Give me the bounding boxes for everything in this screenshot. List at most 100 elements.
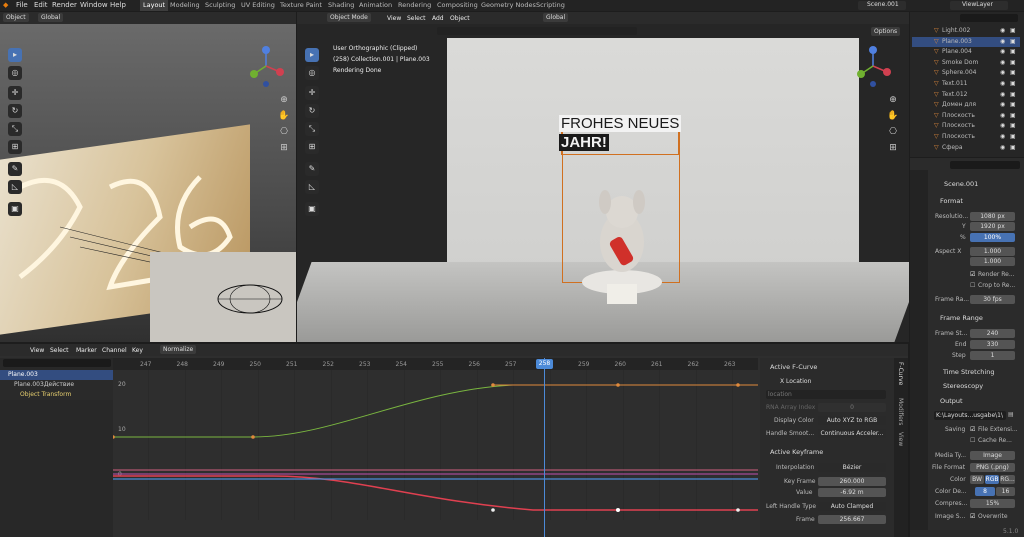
visibility-eye-icon[interactable]: ◉ xyxy=(1000,143,1005,153)
menu-window[interactable]: Window xyxy=(80,1,108,9)
res-percent-field[interactable]: 100% xyxy=(970,233,1015,242)
annotate-tool[interactable]: ✎ xyxy=(8,162,22,176)
camera-icon-main[interactable]: ⎔ xyxy=(887,126,899,138)
scale-tool[interactable]: ⤡ xyxy=(8,122,22,136)
workspace-tab-scripting[interactable]: Scripting xyxy=(536,0,565,11)
file-ext-checkbox[interactable]: ☑ xyxy=(970,426,975,433)
menu-select[interactable]: Select xyxy=(407,15,426,22)
visibility-eye-icon[interactable]: ◉ xyxy=(1000,58,1005,68)
res-y-field[interactable]: 1920 px xyxy=(970,222,1015,231)
outliner-row[interactable]: ▽ Сфера ◉ ▣ xyxy=(912,143,1020,153)
frame-start-field[interactable]: 240 xyxy=(970,329,1015,338)
render-region-checkbox[interactable]: ☑ xyxy=(970,271,975,278)
tab-view[interactable]: View xyxy=(897,432,904,446)
visibility-eye-icon[interactable]: ◉ xyxy=(1000,121,1005,131)
outliner-row[interactable]: ▽ Text.011 ◉ ▣ xyxy=(912,79,1020,89)
visibility-eye-icon[interactable]: ◉ xyxy=(1000,26,1005,36)
render-camera-icon[interactable]: ▣ xyxy=(1010,111,1016,121)
measure-tool-main[interactable]: ◺ xyxy=(305,180,319,194)
workspace-tab-geometry-nodes[interactable]: Geometry Nodes xyxy=(481,0,536,11)
channel-row[interactable]: Object Transform xyxy=(0,390,113,400)
color-bw-button[interactable]: BW xyxy=(970,475,984,484)
graph-menu-marker[interactable]: Marker xyxy=(76,347,97,354)
blender-logo-icon[interactable]: ◆ xyxy=(3,1,8,9)
render-camera-icon[interactable]: ▣ xyxy=(1010,47,1016,57)
render-camera-icon[interactable]: ▣ xyxy=(1010,26,1016,36)
add-cube-tool-main[interactable]: ▣ xyxy=(305,202,319,216)
keyframe-field[interactable]: 260.000 xyxy=(818,477,886,486)
menu-help[interactable]: Help xyxy=(110,1,126,9)
interpolation-dropdown[interactable]: Bézier xyxy=(818,463,886,472)
props-search[interactable] xyxy=(950,161,1020,169)
output-path-field[interactable]: K:\Layouts...usgabe\1\ xyxy=(934,411,1006,420)
section-frame-range[interactable]: Frame Range xyxy=(940,314,983,322)
perspective-grid-icon-main[interactable]: ⊞ xyxy=(887,142,899,154)
frame-step-field[interactable]: 1 xyxy=(970,351,1015,360)
render-camera-icon[interactable]: ▣ xyxy=(1010,121,1016,131)
visibility-eye-icon[interactable]: ◉ xyxy=(1000,79,1005,89)
outliner-row[interactable]: ▽ Smoke Dom ◉ ▣ xyxy=(912,58,1020,68)
channel-row[interactable]: Plane.003Действие xyxy=(0,380,113,390)
graph-menu-channel[interactable]: Channel xyxy=(102,347,127,354)
cursor-tool[interactable]: ◎ xyxy=(8,66,22,80)
render-camera-icon[interactable]: ▣ xyxy=(1010,132,1016,142)
visibility-eye-icon[interactable]: ◉ xyxy=(1000,132,1005,142)
rotate-tool[interactable]: ↻ xyxy=(8,104,22,118)
camera-icon[interactable]: ⎔ xyxy=(278,126,290,138)
channel-row[interactable]: Plane.003 xyxy=(0,370,113,380)
data-path-field[interactable]: location xyxy=(766,390,886,399)
visibility-eye-icon[interactable]: ◉ xyxy=(1000,111,1005,121)
overwrite-checkbox[interactable]: ☑ xyxy=(970,513,975,520)
menu-file[interactable]: File xyxy=(16,1,28,9)
folder-icon[interactable]: ▤ xyxy=(1008,411,1014,418)
rotate-tool-main[interactable]: ↻ xyxy=(305,104,319,118)
render-camera-icon[interactable]: ▣ xyxy=(1010,37,1016,47)
workspace-tab-rendering[interactable]: Rendering xyxy=(398,0,431,11)
viewlayer-selector[interactable]: ViewLayer xyxy=(950,1,1008,10)
workspace-tab-compositing[interactable]: Compositing xyxy=(437,0,478,11)
render-camera-icon[interactable]: ▣ xyxy=(1010,90,1016,100)
channel-search[interactable] xyxy=(3,359,111,367)
add-cube-tool[interactable]: ▣ xyxy=(8,202,22,216)
aspect-y-field[interactable]: 1.000 xyxy=(970,257,1015,266)
menu-add[interactable]: Add xyxy=(432,15,444,22)
crop-checkbox[interactable]: ☐ xyxy=(970,282,975,289)
handle-smoothing-dropdown[interactable]: Continuous Acceler... xyxy=(818,429,886,438)
navigation-gizmo[interactable] xyxy=(246,44,286,89)
outliner-row[interactable]: ▽ Plane.004 ◉ ▣ xyxy=(912,47,1020,57)
rna-index-field[interactable]: 0 xyxy=(818,403,886,412)
scene-selector[interactable]: Scene.001 xyxy=(858,1,906,10)
left-viewport[interactable]: Object Global ▸ ◎ ✛ ↻ ⤡ ⊞ ✎ ◺ ▣ ⊕ ✋ ⎔ ⊞ xyxy=(0,12,296,342)
visibility-eye-icon[interactable]: ◉ xyxy=(1000,90,1005,100)
zoom-icon[interactable]: ⊕ xyxy=(278,94,290,106)
current-frame-indicator[interactable]: 258 xyxy=(536,359,553,369)
navigation-gizmo-main[interactable] xyxy=(853,44,893,89)
visibility-eye-icon[interactable]: ◉ xyxy=(1000,68,1005,78)
aspect-x-field[interactable]: 1.000 xyxy=(970,247,1015,256)
workspace-tab-uv-editing[interactable]: UV Editing xyxy=(241,0,275,11)
graph-menu-view[interactable]: View xyxy=(30,347,44,354)
depth-16-button[interactable]: 16 xyxy=(996,487,1015,496)
outliner-row[interactable]: ▽ Text.012 ◉ ▣ xyxy=(912,90,1020,100)
options-dropdown[interactable]: Options xyxy=(871,27,901,36)
outliner-search[interactable] xyxy=(960,14,1018,22)
menu-view[interactable]: View xyxy=(387,15,401,22)
orient-dropdown[interactable]: Global xyxy=(543,13,569,22)
outliner-row[interactable]: ▽ Light.002 ◉ ▣ xyxy=(912,26,1020,36)
perspective-grid-icon[interactable]: ⊞ xyxy=(278,142,290,154)
transform-tool[interactable]: ⊞ xyxy=(8,140,22,154)
main-search-field[interactable] xyxy=(437,27,637,35)
visibility-eye-icon[interactable]: ◉ xyxy=(1000,100,1005,110)
move-tool-main[interactable]: ✛ xyxy=(305,86,319,100)
transform-tool-main[interactable]: ⊞ xyxy=(305,140,319,154)
cursor-tool-main[interactable]: ◎ xyxy=(305,66,319,80)
display-color-dropdown[interactable]: Auto XYZ to RGB xyxy=(818,416,886,425)
outliner-row[interactable]: ▽ Плоскость ◉ ▣ xyxy=(912,111,1020,121)
fps-dropdown[interactable]: 30 fps xyxy=(970,295,1015,304)
measure-tool[interactable]: ◺ xyxy=(8,180,22,194)
outliner-row[interactable]: ▽ Плоскость ◉ ▣ xyxy=(912,121,1020,131)
color-rgb-button[interactable]: RGB xyxy=(985,475,999,484)
graph-menu-select[interactable]: Select xyxy=(50,347,69,354)
tab-modifiers[interactable]: Modifiers xyxy=(897,398,904,425)
section-stereoscopy[interactable]: Stereoscopy xyxy=(943,382,983,390)
